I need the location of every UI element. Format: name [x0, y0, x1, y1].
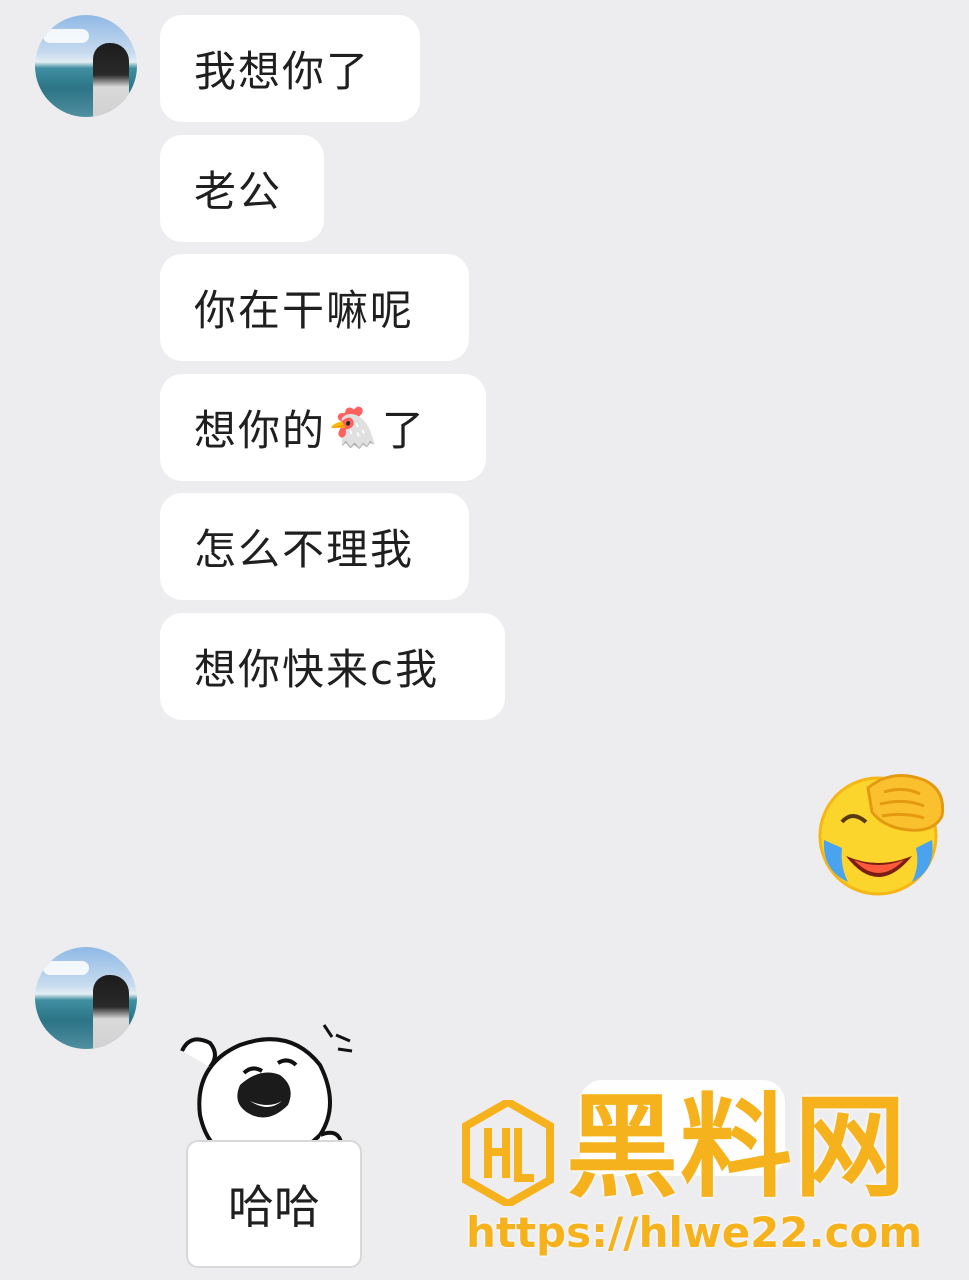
message-text: 怎么不理我 [194, 525, 415, 574]
watermark-title: 黑料网 [566, 1083, 908, 1213]
avatar-cloud [43, 961, 89, 975]
message-bubble[interactable]: 想你的 🐔 了 [160, 374, 486, 481]
message-text: 我想你了 [194, 47, 371, 96]
avatar-figure [93, 975, 129, 1049]
message-bubble[interactable]: 想你快来c我 [160, 613, 505, 720]
message-bubble[interactable]: 你在干嘛呢 [160, 254, 469, 361]
message-bubble[interactable]: 我想你了 [160, 15, 420, 122]
watermark-logo-icon [462, 1100, 554, 1206]
avatar-cloud [43, 29, 89, 43]
laughing-crying-facepalm-icon[interactable] [812, 770, 948, 898]
message-text: 想你快来c我 [194, 645, 440, 694]
sticker-caption: 哈哈 [186, 1140, 362, 1268]
chicken-emoji: 🐔 [328, 405, 380, 451]
message-text: 想你的 [194, 406, 327, 455]
message-text: 老公 [194, 167, 283, 216]
contact-avatar[interactable] [35, 15, 137, 117]
message-text: 了 [381, 406, 426, 455]
sticker-text: 哈哈 [228, 1180, 320, 1234]
message-bubble[interactable]: 怎么不理我 [160, 493, 469, 600]
watermark-url: https://hlwe22.com [466, 1208, 923, 1257]
avatar-figure [93, 43, 129, 117]
message-text: 你在干嘛呢 [194, 286, 415, 335]
contact-avatar[interactable] [35, 947, 137, 1049]
message-bubble[interactable]: 老公 [160, 135, 324, 242]
